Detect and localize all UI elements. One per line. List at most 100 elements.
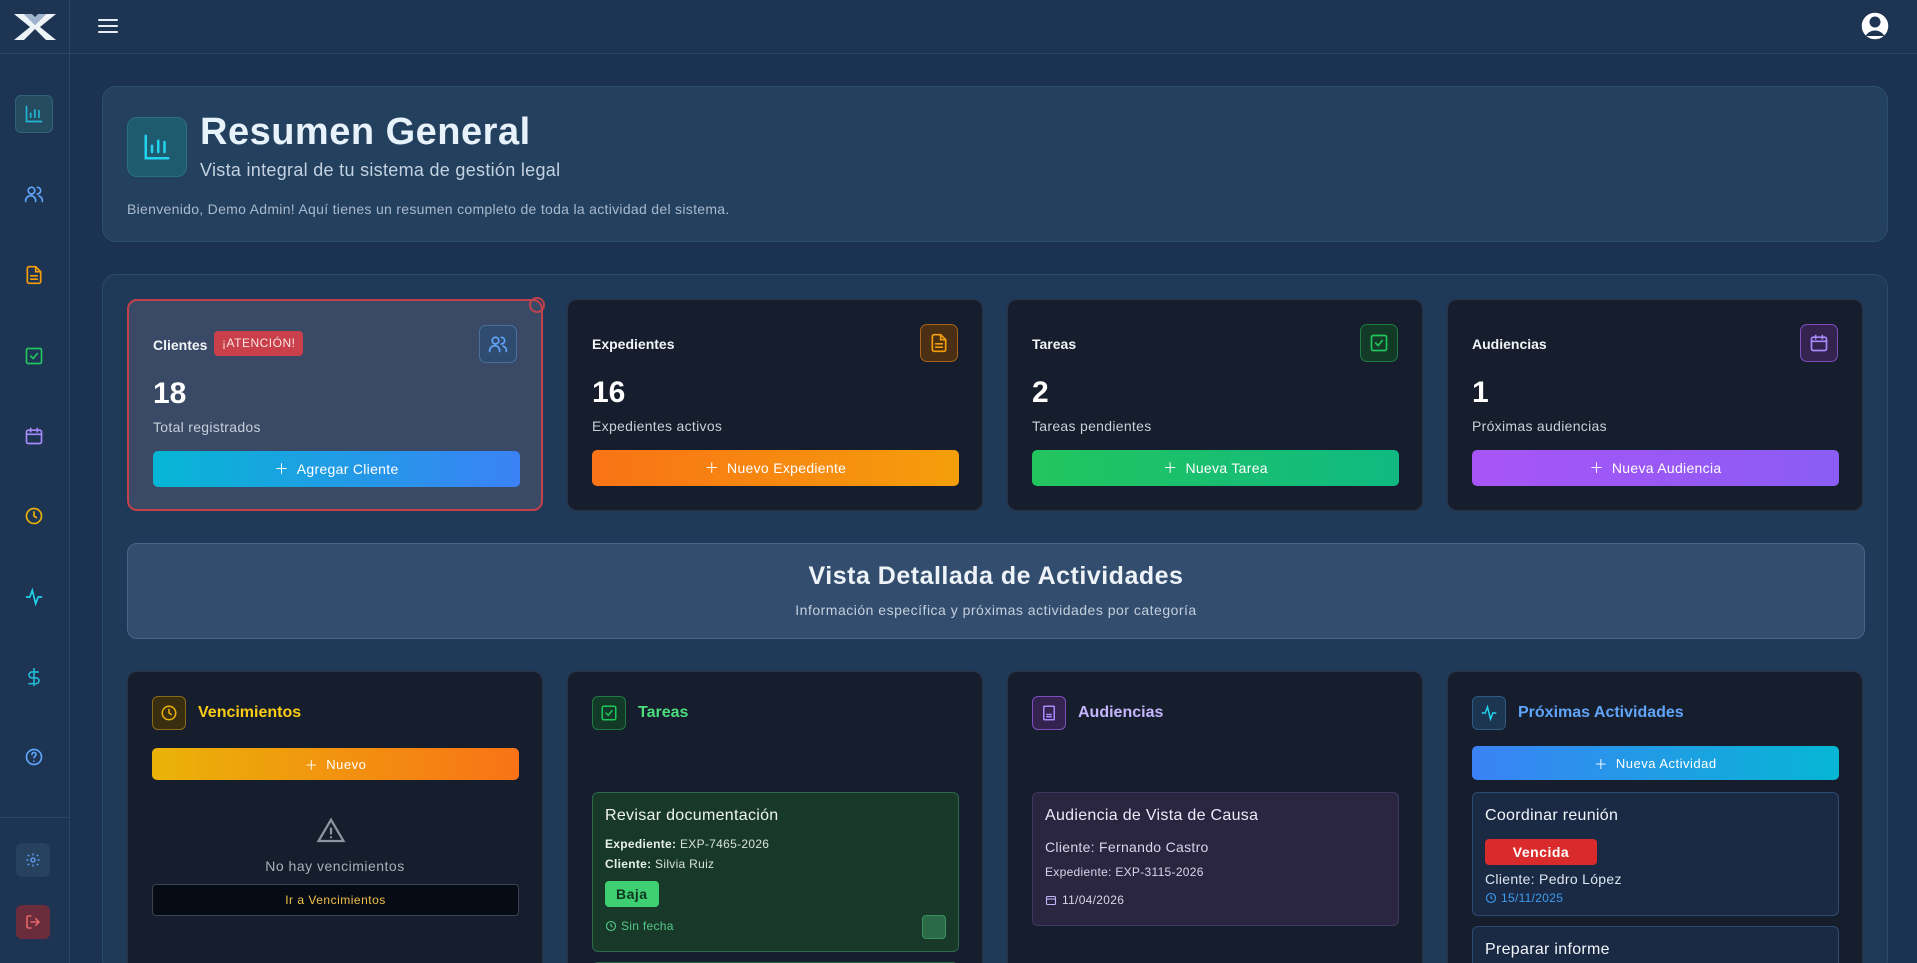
- top-bar: [70, 0, 1917, 54]
- logout-icon: [25, 914, 41, 930]
- users-icon: [24, 184, 44, 204]
- nav-expedientes[interactable]: [15, 256, 53, 294]
- priority-badge: Baja: [605, 881, 659, 907]
- check-square-icon: [1360, 324, 1398, 362]
- task-title: Revisar documentación: [605, 807, 779, 824]
- calendar-icon: [1045, 894, 1057, 906]
- stat-label: Total registrados: [153, 419, 261, 435]
- alert-indicator: [529, 297, 545, 313]
- stat-value: 2: [1032, 376, 1049, 409]
- field-label: Expediente:: [605, 837, 677, 851]
- plus-icon: ＋: [274, 461, 289, 477]
- new-vencimiento-button[interactable]: ＋ Nuevo: [152, 748, 519, 780]
- bar-chart-icon: [24, 104, 44, 124]
- settings-button[interactable]: [16, 843, 50, 877]
- task-expediente: Expediente: EXP-7465-2026: [605, 837, 769, 851]
- clock-icon: [152, 696, 186, 730]
- nav-actividades[interactable]: [15, 578, 53, 616]
- button-label: Nuevo: [326, 756, 367, 772]
- button-label: Nueva Actividad: [1615, 755, 1717, 771]
- stat-value: 18: [153, 377, 187, 410]
- document-icon: [920, 324, 958, 362]
- nav-dashboard[interactable]: [15, 95, 53, 133]
- nav-vencimientos[interactable]: [15, 497, 53, 535]
- stat-label: Tareas pendientes: [1032, 418, 1152, 434]
- tareas-card: Tareas Revisar documentación Expediente:…: [567, 671, 983, 963]
- audiencia-client: Cliente: Fernando Castro: [1045, 839, 1209, 855]
- section-title: Vista Detallada de Actividades: [808, 562, 1184, 590]
- logout-button[interactable]: [16, 905, 50, 939]
- go-to-vencimientos-button[interactable]: Ir a Vencimientos: [152, 884, 519, 916]
- button-label: Agregar Cliente: [296, 461, 399, 477]
- sidebar: [0, 0, 70, 963]
- status-badge: Vencida: [1485, 839, 1597, 865]
- stat-label: Expedientes activos: [592, 418, 723, 434]
- nav-audiencias[interactable]: [15, 417, 53, 455]
- section-subtitle: Información específica y próximas activi…: [795, 602, 1197, 618]
- field-value: EXP-7465-2026: [679, 837, 770, 851]
- button-label: Nuevo Expediente: [727, 460, 847, 476]
- vencimientos-card: Vencimientos ＋ Nuevo No hay vencimientos …: [127, 671, 543, 963]
- card-title: Tareas: [638, 704, 689, 721]
- welcome-text: Bienvenido, Demo Admin! Aquí tienes un r…: [127, 201, 730, 217]
- stat-value: 1: [1472, 376, 1489, 409]
- hamburger-icon[interactable]: [96, 15, 120, 37]
- activity-title: Coordinar reunión: [1485, 807, 1619, 824]
- calendar-icon: [24, 426, 44, 446]
- activity-client: Cliente: Pedro López: [1485, 871, 1622, 887]
- help-icon: [24, 747, 44, 767]
- activity-date: 15/11/2025: [1485, 891, 1563, 905]
- task-item[interactable]: Revisar documentación Expediente: EXP-74…: [592, 792, 959, 952]
- nav-ayuda[interactable]: [15, 738, 53, 776]
- plus-icon: ＋: [704, 460, 720, 476]
- header-card: Resumen General Vista integral de tu sis…: [102, 86, 1888, 242]
- page-subtitle: Vista integral de tu sistema de gestión …: [200, 160, 561, 180]
- settings-icon: [25, 852, 41, 868]
- new-expediente-button[interactable]: ＋ Nuevo Expediente: [592, 450, 959, 486]
- empty-state-text: No hay vencimientos: [265, 858, 405, 874]
- logo-x-icon[interactable]: [12, 12, 58, 42]
- plus-icon: ＋: [1163, 460, 1178, 476]
- nav-clientes[interactable]: [15, 175, 53, 213]
- new-activity-button[interactable]: ＋ Nueva Actividad: [1472, 746, 1839, 780]
- sidebar-divider-bottom: [0, 817, 70, 818]
- activity-item[interactable]: Preparar informe: [1472, 926, 1839, 963]
- complete-task-checkbox[interactable]: [922, 915, 946, 939]
- activity-icon: [1472, 696, 1506, 730]
- plus-icon: ＋: [1589, 460, 1604, 476]
- page-title: Resumen General: [200, 111, 531, 153]
- stat-card-clientes: Clientes ¡ATENCIÓN! 18 Total registrados…: [127, 297, 545, 511]
- users-icon: [479, 325, 517, 363]
- clock-icon: [605, 920, 617, 932]
- stat-card-tareas: Tareas 2 Tareas pendientes ＋ Nueva Tarea: [1007, 299, 1423, 511]
- clock-icon: [1485, 892, 1497, 904]
- stat-title: Tareas: [1032, 336, 1077, 352]
- new-audiencia-button[interactable]: ＋ Nueva Audiencia: [1472, 450, 1839, 486]
- audiencia-date: 11/04/2026: [1045, 893, 1124, 907]
- button-label: Nueva Audiencia: [1611, 460, 1722, 476]
- plus-icon: ＋: [1594, 756, 1608, 772]
- stat-title: Clientes: [153, 337, 208, 353]
- clock-icon: [24, 506, 44, 526]
- stat-card-expedientes: Expedientes 16 Expedientes activos ＋ Nuev…: [567, 299, 983, 511]
- activity-icon: [24, 587, 44, 607]
- new-task-button[interactable]: ＋ Nueva Tarea: [1032, 450, 1399, 486]
- activity-title: Preparar informe: [1485, 941, 1610, 958]
- add-client-button[interactable]: ＋ Agregar Cliente: [153, 451, 520, 487]
- activity-item[interactable]: Coordinar reunión Vencida Cliente: Pedro…: [1472, 792, 1839, 916]
- audiencia-title: Audiencia de Vista de Causa: [1045, 807, 1259, 824]
- stats-section: Clientes ¡ATENCIÓN! 18 Total registrados…: [102, 274, 1888, 963]
- nav-tareas[interactable]: [15, 337, 53, 375]
- check-square-icon: [24, 346, 44, 366]
- audiencia-expediente: Expediente: EXP-3115-2026: [1045, 865, 1204, 879]
- date-text: 11/04/2026: [1062, 893, 1125, 907]
- button-label: Nueva Tarea: [1185, 460, 1268, 476]
- audiencias-card: Audiencias Audiencia de Vista de Causa C…: [1007, 671, 1423, 963]
- building-icon: [1032, 696, 1066, 730]
- user-circle-icon[interactable]: [1859, 10, 1891, 42]
- document-icon: [24, 265, 44, 285]
- card-title: Audiencias: [1078, 704, 1164, 721]
- stat-card-audiencias: Audiencias 1 Próximas audiencias ＋ Nueva …: [1447, 299, 1863, 511]
- audiencia-item[interactable]: Audiencia de Vista de Causa Cliente: Fer…: [1032, 792, 1399, 926]
- nav-finanzas[interactable]: [15, 658, 53, 696]
